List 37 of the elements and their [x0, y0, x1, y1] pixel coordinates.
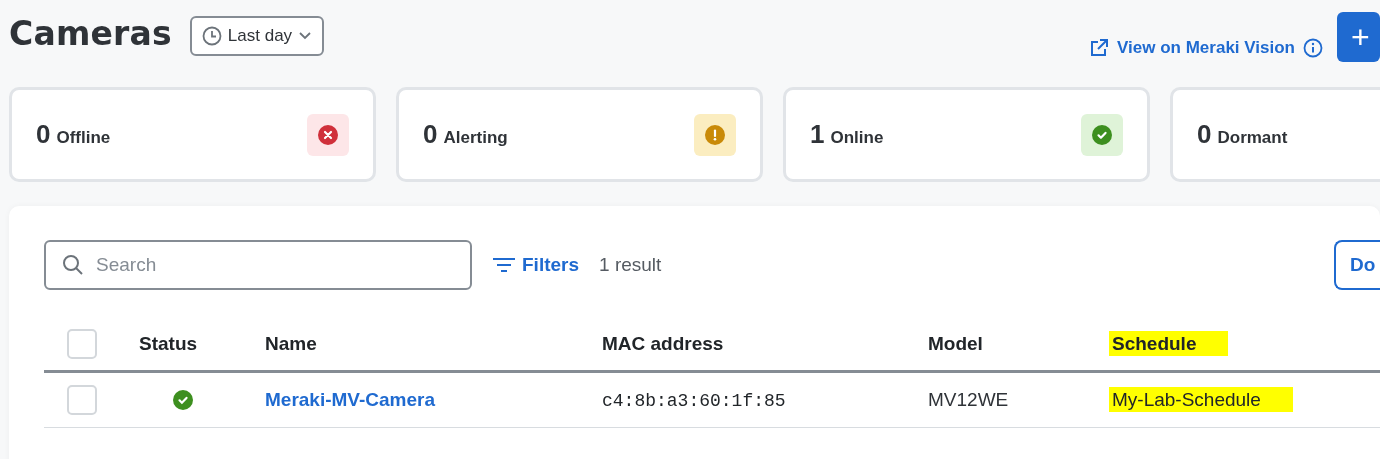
info-icon[interactable]	[1303, 38, 1323, 58]
search-field[interactable]: Search	[44, 240, 472, 290]
column-header[interactable]: Name	[265, 333, 317, 354]
column-header[interactable]: Status	[139, 333, 198, 354]
table-cell: MV12WE	[928, 389, 1009, 410]
time-range-dropdown[interactable]: Last day	[189, 16, 325, 56]
card-count: 1	[810, 119, 825, 150]
checkbox[interactable]	[67, 329, 97, 359]
result-count: 1 result	[599, 254, 662, 276]
checkbox[interactable]	[67, 385, 97, 415]
table-cell: My-Lab-Schedule	[1109, 387, 1293, 412]
column-header[interactable]: Model	[928, 333, 983, 354]
column-header[interactable]: MAC address	[602, 333, 724, 354]
filter-icon	[492, 257, 516, 273]
camera-link[interactable]: Meraki-MV-Camera	[265, 389, 436, 410]
filters-button[interactable]: Filters	[492, 254, 580, 276]
external-link[interactable]: View on Meraki Vision	[1089, 38, 1295, 58]
card-label: Dormant	[1217, 127, 1288, 148]
summary-card[interactable]: 0 Offline	[9, 87, 376, 182]
column-header[interactable]: Schedule	[1109, 331, 1229, 356]
card-label: Offline	[56, 127, 111, 148]
summary-card[interactable]: 0 Alerting	[396, 87, 763, 182]
action-button[interactable]: Do	[1334, 240, 1380, 290]
caret-icon	[298, 31, 313, 41]
page-title: Cameras	[9, 14, 172, 53]
summary-card[interactable]: 0 Dormant	[1170, 87, 1380, 182]
search-icon	[62, 254, 84, 276]
external-link-icon	[1089, 38, 1110, 58]
clock-icon	[201, 26, 222, 46]
card-count: 0	[1197, 119, 1212, 150]
summary-card[interactable]: 1 Online	[783, 87, 1150, 182]
card-label: Online	[830, 127, 884, 148]
card-count: 0	[36, 119, 51, 150]
card-count: 0	[423, 119, 438, 150]
add-button[interactable]: +	[1337, 12, 1380, 62]
card-label: Alerting	[443, 127, 508, 148]
table-cell: c4:8b:a3:60:1f:85	[602, 391, 786, 411]
